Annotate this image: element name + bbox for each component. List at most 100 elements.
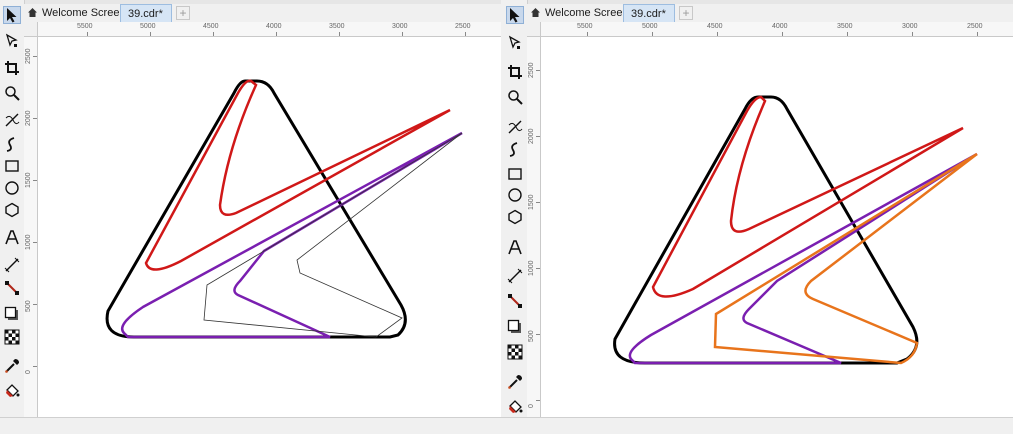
tab-document[interactable]: 39.cdr* xyxy=(120,4,172,22)
drawing-artwork xyxy=(613,95,978,365)
crop-tool-button[interactable] xyxy=(3,59,21,77)
drawing-canvas[interactable] xyxy=(38,37,501,417)
ruler-h-label: 4000 xyxy=(266,23,282,30)
ruler-h-label: 5500 xyxy=(577,23,593,30)
zoom-tool-button[interactable] xyxy=(506,88,524,106)
connector-tool-button[interactable] xyxy=(506,292,524,310)
shape-tool-icon xyxy=(508,35,521,49)
tab-document-label: 39.cdr* xyxy=(128,8,163,20)
rectangle-tool-icon xyxy=(5,160,19,172)
tab-document[interactable]: 39.cdr* xyxy=(623,4,675,22)
pick-tool-button[interactable] xyxy=(506,6,524,24)
ruler-v-label: 1500 xyxy=(528,194,535,210)
ruler-v-label: 2000 xyxy=(25,110,32,126)
ruler-v-tick xyxy=(536,70,540,71)
ruler-h-label: 3500 xyxy=(837,23,853,30)
artistic-media-tool-button[interactable] xyxy=(3,135,21,153)
vertical-ruler[interactable]: 2500 2000 1500 1000 500 0 xyxy=(527,22,541,417)
parallel-dimension-tool-button[interactable] xyxy=(3,256,21,274)
zoom-tool-icon xyxy=(5,86,20,101)
color-eyedropper-tool-button[interactable] xyxy=(3,357,21,375)
hairline-curve-shape[interactable] xyxy=(203,132,463,338)
tab-welcome-label: Welcome Screen xyxy=(545,7,629,19)
tab-welcome-screen[interactable]: Welcome Screen xyxy=(527,4,629,22)
drawing-artwork xyxy=(105,79,463,339)
interactive-fill-tool-button[interactable] xyxy=(506,397,524,415)
tab-welcome-label: Welcome Screen xyxy=(42,7,126,19)
tab-document-label: 39.cdr* xyxy=(631,8,666,20)
interactive-fill-tool-button[interactable] xyxy=(3,381,21,399)
freehand-tool-icon xyxy=(5,113,20,127)
transparency-tool-button[interactable] xyxy=(3,328,21,346)
red-curve-shape[interactable] xyxy=(651,95,964,298)
artistic-media-tool-button[interactable] xyxy=(506,140,524,158)
toolbox xyxy=(0,0,25,417)
drawing-canvas[interactable] xyxy=(541,37,1013,417)
ellipse-tool-button[interactable] xyxy=(3,179,21,197)
new-tab-button[interactable]: + xyxy=(679,6,693,20)
ruler-v-label: 2500 xyxy=(25,48,32,64)
tab-welcome-screen[interactable]: Welcome Screen xyxy=(24,4,126,22)
polygon-tool-icon xyxy=(508,209,522,225)
ellipse-tool-icon xyxy=(5,181,19,195)
ruler-h-tick xyxy=(465,32,466,36)
horizontal-ruler[interactable]: 5500 5000 4500 4000 3500 3000 2500 xyxy=(540,22,1013,37)
ruler-origin[interactable] xyxy=(527,22,541,37)
rectangle-tool-icon xyxy=(508,168,522,180)
drop-shadow-tool-button[interactable] xyxy=(3,305,21,323)
parallel-dimension-tool-button[interactable] xyxy=(506,267,524,285)
red-curve-shape[interactable] xyxy=(144,79,451,271)
polygon-tool-button[interactable] xyxy=(506,208,524,226)
new-tab-button[interactable]: + xyxy=(176,6,190,20)
rectangle-tool-button[interactable] xyxy=(506,165,524,183)
crop-tool-button[interactable] xyxy=(506,63,524,81)
text-tool-icon xyxy=(5,230,19,245)
ruler-h-label: 3500 xyxy=(329,23,345,30)
toolbox xyxy=(503,0,528,417)
pick-tool-button[interactable] xyxy=(3,6,21,24)
freehand-tool-button[interactable] xyxy=(506,118,524,136)
ruler-h-tick xyxy=(847,32,848,36)
text-tool-button[interactable] xyxy=(3,228,21,246)
shape-tool-button[interactable] xyxy=(506,34,524,52)
transparency-tool-button[interactable] xyxy=(506,343,524,361)
horizontal-ruler[interactable]: 5500 5000 4500 4000 3500 3000 2500 xyxy=(37,22,501,37)
ruler-origin[interactable] xyxy=(24,22,38,37)
ruler-v-label: 1000 xyxy=(25,234,32,250)
ruler-h-tick xyxy=(150,32,151,36)
ruler-v-label: 0 xyxy=(25,370,32,374)
ellipse-tool-button[interactable] xyxy=(506,186,524,204)
ruler-v-tick xyxy=(33,366,37,367)
polygon-tool-button[interactable] xyxy=(3,201,21,219)
rounded-triangle-shape[interactable] xyxy=(105,79,407,339)
freehand-tool-button[interactable] xyxy=(3,111,21,129)
right-editor-window: Welcome Screen 39.cdr* + 5500 5000 4500 400… xyxy=(503,0,1013,417)
document-tabbar: Welcome Screen 39.cdr* + xyxy=(24,4,501,23)
text-tool-button[interactable] xyxy=(506,238,524,256)
ruler-h-tick xyxy=(587,32,588,36)
home-icon xyxy=(531,8,540,17)
drop-shadow-tool-icon xyxy=(4,306,18,320)
color-eyedropper-tool-button[interactable] xyxy=(506,373,524,391)
drop-shadow-tool-button[interactable] xyxy=(506,318,524,336)
ruler-v-tick xyxy=(33,242,37,243)
rectangle-tool-button[interactable] xyxy=(3,157,21,175)
zoom-tool-button[interactable] xyxy=(3,84,21,102)
ruler-h-label: 5000 xyxy=(140,23,156,30)
orange-curve-shape[interactable] xyxy=(713,152,978,365)
ruler-h-label: 5500 xyxy=(77,23,93,30)
ruler-v-tick xyxy=(536,136,540,137)
ruler-h-label: 4000 xyxy=(772,23,788,30)
ruler-h-tick xyxy=(782,32,783,36)
ruler-v-tick xyxy=(536,334,540,335)
shape-tool-button[interactable] xyxy=(3,32,21,50)
artistic-media-tool-icon xyxy=(509,142,518,157)
ruler-h-tick xyxy=(912,32,913,36)
freehand-tool-icon xyxy=(508,120,523,134)
ruler-h-label: 2500 xyxy=(455,23,471,30)
color-eyedropper-tool-icon xyxy=(5,359,19,373)
vertical-ruler[interactable]: 2500 2000 1500 1000 500 0 xyxy=(24,22,38,417)
connector-tool-button[interactable] xyxy=(3,279,21,297)
ruler-v-label: 1000 xyxy=(528,260,535,276)
ruler-v-label: 500 xyxy=(25,300,32,312)
